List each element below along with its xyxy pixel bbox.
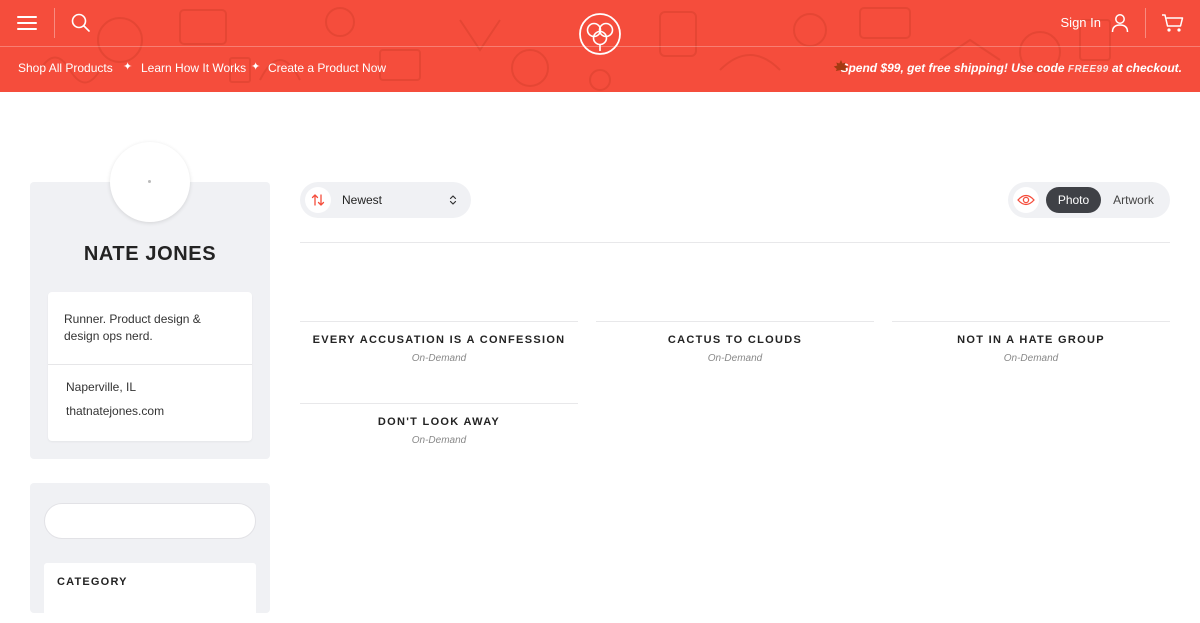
product-card[interactable]: NOT IN A HATE GROUP On-Demand bbox=[892, 321, 1170, 381]
category-title: CATEGORY bbox=[57, 576, 128, 588]
top-bar: Sign In bbox=[0, 0, 1200, 55]
product-type: On-Demand bbox=[1003, 353, 1059, 364]
search-icon[interactable] bbox=[70, 12, 92, 34]
product-divider bbox=[596, 321, 874, 322]
category-filter[interactable]: CATEGORY bbox=[44, 563, 256, 623]
sort-arrows-icon bbox=[311, 194, 325, 206]
promo-banner: Spend $99, get free shipping! Use code F… bbox=[840, 61, 1182, 75]
nav-create-product[interactable]: Create a Product Now bbox=[268, 61, 386, 75]
sort-select[interactable]: Newest bbox=[300, 182, 471, 218]
sort-icon-wrap bbox=[305, 187, 331, 213]
bio-box: Runner. Product design & design ops nerd… bbox=[48, 292, 252, 441]
product-card[interactable]: CACTUS TO CLOUDS On-Demand bbox=[596, 321, 874, 381]
product-title: DON'T LOOK AWAY bbox=[377, 416, 501, 428]
product-divider bbox=[300, 321, 578, 322]
nav-separator-icon: ✦ bbox=[251, 61, 261, 73]
product-type: On-Demand bbox=[411, 435, 467, 446]
cart-icon[interactable] bbox=[1161, 13, 1185, 33]
filter-search-input[interactable] bbox=[44, 503, 256, 539]
chevron-up-down-icon bbox=[449, 195, 457, 205]
header-divider bbox=[1145, 8, 1146, 38]
product-divider bbox=[300, 403, 578, 404]
bio-divider bbox=[48, 364, 252, 365]
product-title: EVERY ACCUSATION IS A CONFESSION bbox=[312, 334, 566, 346]
user-icon[interactable] bbox=[1111, 13, 1129, 33]
view-option-artwork[interactable]: Artwork bbox=[1106, 187, 1161, 213]
profile-name: NATE JONES bbox=[83, 243, 217, 265]
sort-value: Newest bbox=[342, 193, 383, 207]
hamburger-menu-icon[interactable] bbox=[14, 10, 42, 36]
site-header: Sign In Shop All Products ✦ Learn How It… bbox=[0, 0, 1200, 92]
nav-learn-how-it-works[interactable]: Learn How It Works bbox=[141, 61, 246, 75]
product-title: NOT IN A HATE GROUP bbox=[957, 334, 1105, 346]
nav-shop-all-products[interactable]: Shop All Products bbox=[18, 61, 113, 75]
toolbar-divider bbox=[300, 242, 1170, 243]
promo-text-before: Spend $99, get free shipping! Use code bbox=[840, 61, 1068, 75]
profile-location: Naperville, IL bbox=[66, 380, 137, 394]
eye-icon-wrap bbox=[1013, 187, 1039, 213]
product-divider bbox=[892, 321, 1170, 322]
eye-icon bbox=[1017, 194, 1035, 206]
product-type: On-Demand bbox=[707, 353, 763, 364]
product-type: On-Demand bbox=[411, 353, 467, 364]
promo-text-after: at checkout. bbox=[1108, 61, 1182, 75]
maple-leaf-icon bbox=[833, 60, 848, 74]
product-title: CACTUS TO CLOUDS bbox=[667, 334, 803, 346]
view-option-photo[interactable]: Photo bbox=[1046, 187, 1101, 213]
promo-code: FREE99 bbox=[1067, 64, 1109, 75]
header-divider bbox=[54, 8, 55, 38]
sign-in-link[interactable]: Sign In bbox=[1061, 15, 1101, 30]
product-card[interactable]: DON'T LOOK AWAY On-Demand bbox=[300, 403, 578, 463]
profile-website-link[interactable]: thatnatejones.com bbox=[66, 404, 164, 418]
nav-separator-icon: ✦ bbox=[123, 61, 133, 73]
view-toggle: Photo Artwork bbox=[1008, 182, 1170, 218]
sub-nav-bar: Shop All Products ✦ Learn How It Works ✦… bbox=[0, 48, 1200, 92]
bio-text: Runner. Product design & design ops nerd… bbox=[64, 312, 201, 343]
product-card[interactable]: EVERY ACCUSATION IS A CONFESSION On-Dema… bbox=[300, 321, 578, 381]
avatar bbox=[110, 142, 190, 222]
